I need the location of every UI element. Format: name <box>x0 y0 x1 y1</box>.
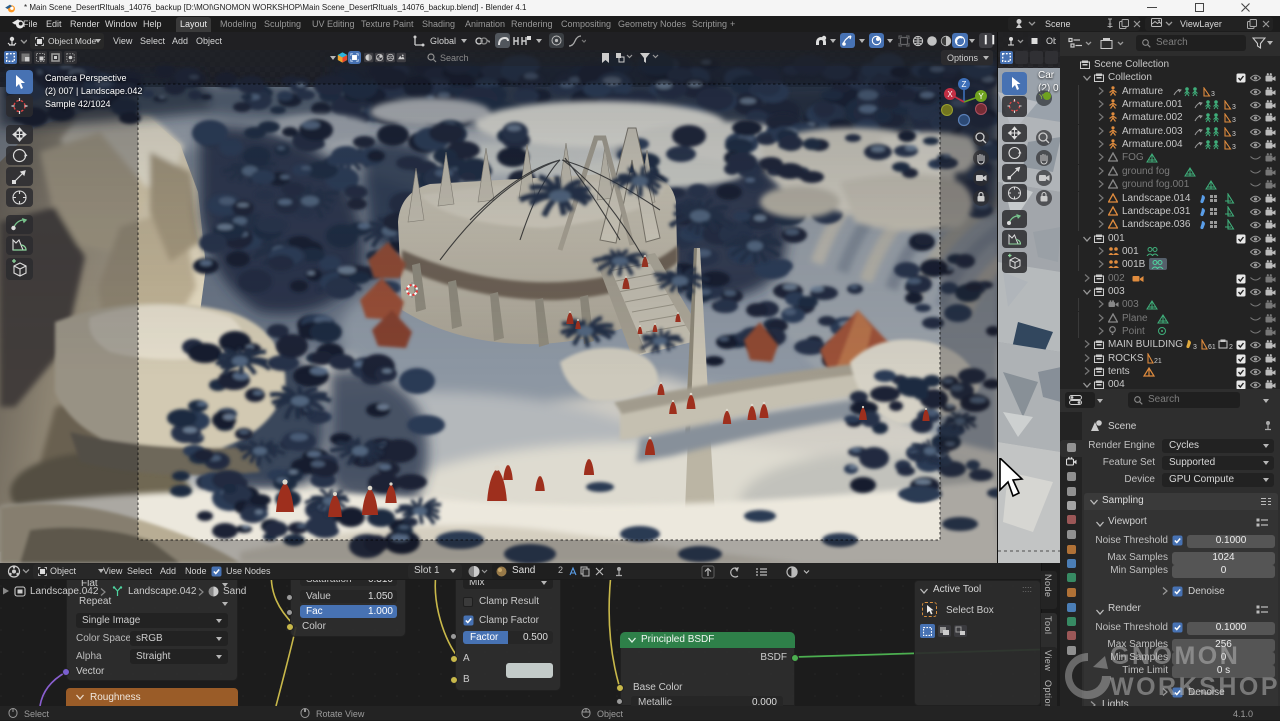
svg-text:3: 3 <box>1232 144 1236 150</box>
svg-text:3: 3 <box>1211 91 1215 97</box>
svg-text:Ob: Ob <box>1046 36 1056 46</box>
svg-text:21: 21 <box>1154 358 1162 364</box>
svg-text:Z: Z <box>962 80 967 89</box>
svg-text:3: 3 <box>1232 117 1236 123</box>
svg-text:Y: Y <box>1039 94 1044 101</box>
svg-text:X: X <box>947 90 953 99</box>
svg-text:3: 3 <box>1193 344 1197 350</box>
svg-text:3: 3 <box>1232 131 1236 137</box>
svg-text:2: 2 <box>1229 344 1233 350</box>
svg-text:Y: Y <box>978 92 984 101</box>
svg-text:3: 3 <box>1232 104 1236 110</box>
svg-text:61: 61 <box>1208 344 1216 350</box>
